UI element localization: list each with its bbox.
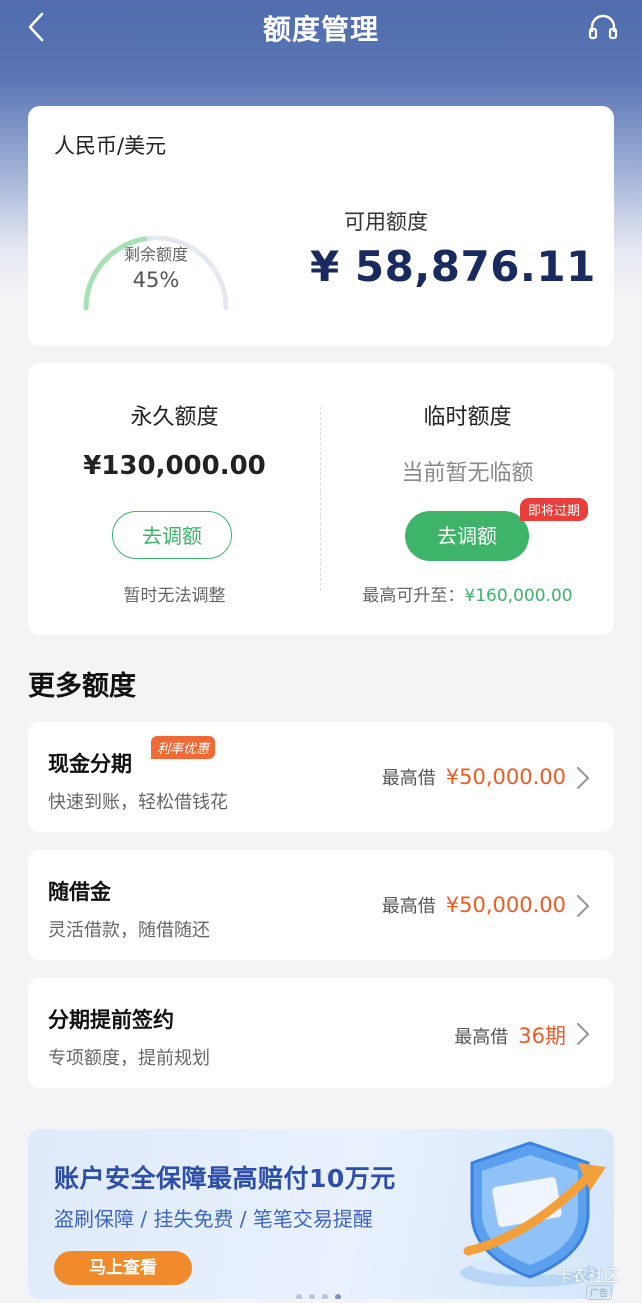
item-title: 现金分期 xyxy=(48,752,132,776)
item-amount: 36期 xyxy=(518,1024,566,1048)
remaining-quota-percent: 45% xyxy=(132,268,180,292)
permanent-quota-title: 永久额度 xyxy=(130,405,219,430)
item-title: 分期提前签约 xyxy=(48,1008,174,1032)
chevron-right-icon xyxy=(576,894,590,918)
expiring-badge: 即将过期 xyxy=(520,498,589,521)
item-subtitle: 快速到账，轻松借钱花 xyxy=(48,792,228,813)
more-quota-heading: 更多额度 xyxy=(28,671,136,702)
view-now-button[interactable]: 马上查看 xyxy=(54,1251,192,1285)
item-prefix: 最高借 xyxy=(381,896,436,917)
temporary-quota-note: 最高可升至：¥160,000.00 xyxy=(321,581,614,606)
max-upgrade-amount: ¥160,000.00 xyxy=(464,586,573,606)
ad-label: 广告 xyxy=(585,1285,612,1300)
banner-title: 账户安全保障最高赔付10万元 xyxy=(54,1164,396,1193)
temporary-quota-section: 临时额度 当前暂无临额 去调额 即将过期 最高可升至：¥160,000.00 xyxy=(321,363,614,635)
adjust-temporary-button[interactable]: 去调额 xyxy=(405,511,529,561)
temporary-quota-value: 当前暂无临额 xyxy=(401,461,534,486)
list-item-cash-installment[interactable]: 现金分期 利率优惠 快速到账，轻松借钱花 最高借 ¥50,000.00 xyxy=(28,722,614,832)
item-amount-group: 最高借 ¥50,000.00 xyxy=(382,764,566,790)
item-title: 随借金 xyxy=(48,880,111,904)
permanent-quota-note: 暂时无法调整 xyxy=(123,586,226,606)
carousel-dot-active xyxy=(335,1294,341,1299)
carousel-dot xyxy=(322,1294,328,1299)
chevron-right-icon xyxy=(576,766,590,790)
adjust-permanent-button[interactable]: 去调额 xyxy=(112,511,232,559)
list-item-flexible-loan[interactable]: 随借金 灵活借款，随借随还 最高借 ¥50,000.00 xyxy=(28,850,614,960)
item-prefix: 最高借 xyxy=(454,1027,509,1048)
carousel-dot xyxy=(309,1294,315,1299)
item-amount: ¥50,000.00 xyxy=(445,765,566,789)
permanent-quota-section: 永久额度 ¥130,000.00 去调额 暂时无法调整 xyxy=(28,363,321,635)
rate-discount-tag: 利率优惠 xyxy=(151,736,216,759)
watermark: 卡农社区 xyxy=(555,1266,620,1285)
remaining-quota-label: 剩余额度 xyxy=(123,245,188,264)
carousel-indicator xyxy=(296,1285,348,1299)
currency-label: 人民币/美元 xyxy=(54,134,167,158)
available-credit-card: 人民币/美元 剩余额度 45% 可用额度 ¥ 58,876.11 xyxy=(28,106,614,346)
item-amount-group: 最高借 ¥50,000.00 xyxy=(382,892,566,918)
item-subtitle: 专项额度，提前规划 xyxy=(48,1048,210,1069)
available-credit-amount: ¥ 58,876.11 xyxy=(310,242,596,291)
item-subtitle: 灵活借款，随借随还 xyxy=(48,920,210,941)
carousel-dot xyxy=(296,1294,302,1299)
security-promo-banner[interactable]: 账户安全保障最高赔付10万元 盗刷保障 / 挂失免费 / 笔笔交易提醒 马上查看 xyxy=(28,1129,614,1299)
quota-card: 永久额度 ¥130,000.00 去调额 暂时无法调整 临时额度 当前暂无临额 … xyxy=(28,363,614,635)
page-title: 额度管理 xyxy=(262,13,379,46)
banner-subtitle: 盗刷保障 / 挂失免费 / 笔笔交易提醒 xyxy=(54,1207,373,1231)
item-amount-group: 最高借 36期 xyxy=(454,1020,566,1050)
temporary-quota-title: 临时额度 xyxy=(423,405,512,430)
customer-service-button[interactable] xyxy=(586,10,620,44)
available-credit-label: 可用额度 xyxy=(344,210,428,234)
max-upgrade-label: 最高可升至： xyxy=(362,586,465,606)
item-prefix: 最高借 xyxy=(381,768,436,789)
chevron-right-icon xyxy=(576,1022,590,1046)
list-item-installment-presign[interactable]: 分期提前签约 专项额度，提前规划 最高借 36期 xyxy=(28,978,614,1088)
top-bar: 额度管理 xyxy=(0,0,642,54)
headphones-icon xyxy=(588,14,618,40)
item-amount: ¥50,000.00 xyxy=(445,893,566,917)
permanent-quota-value: ¥130,000.00 xyxy=(83,451,266,481)
